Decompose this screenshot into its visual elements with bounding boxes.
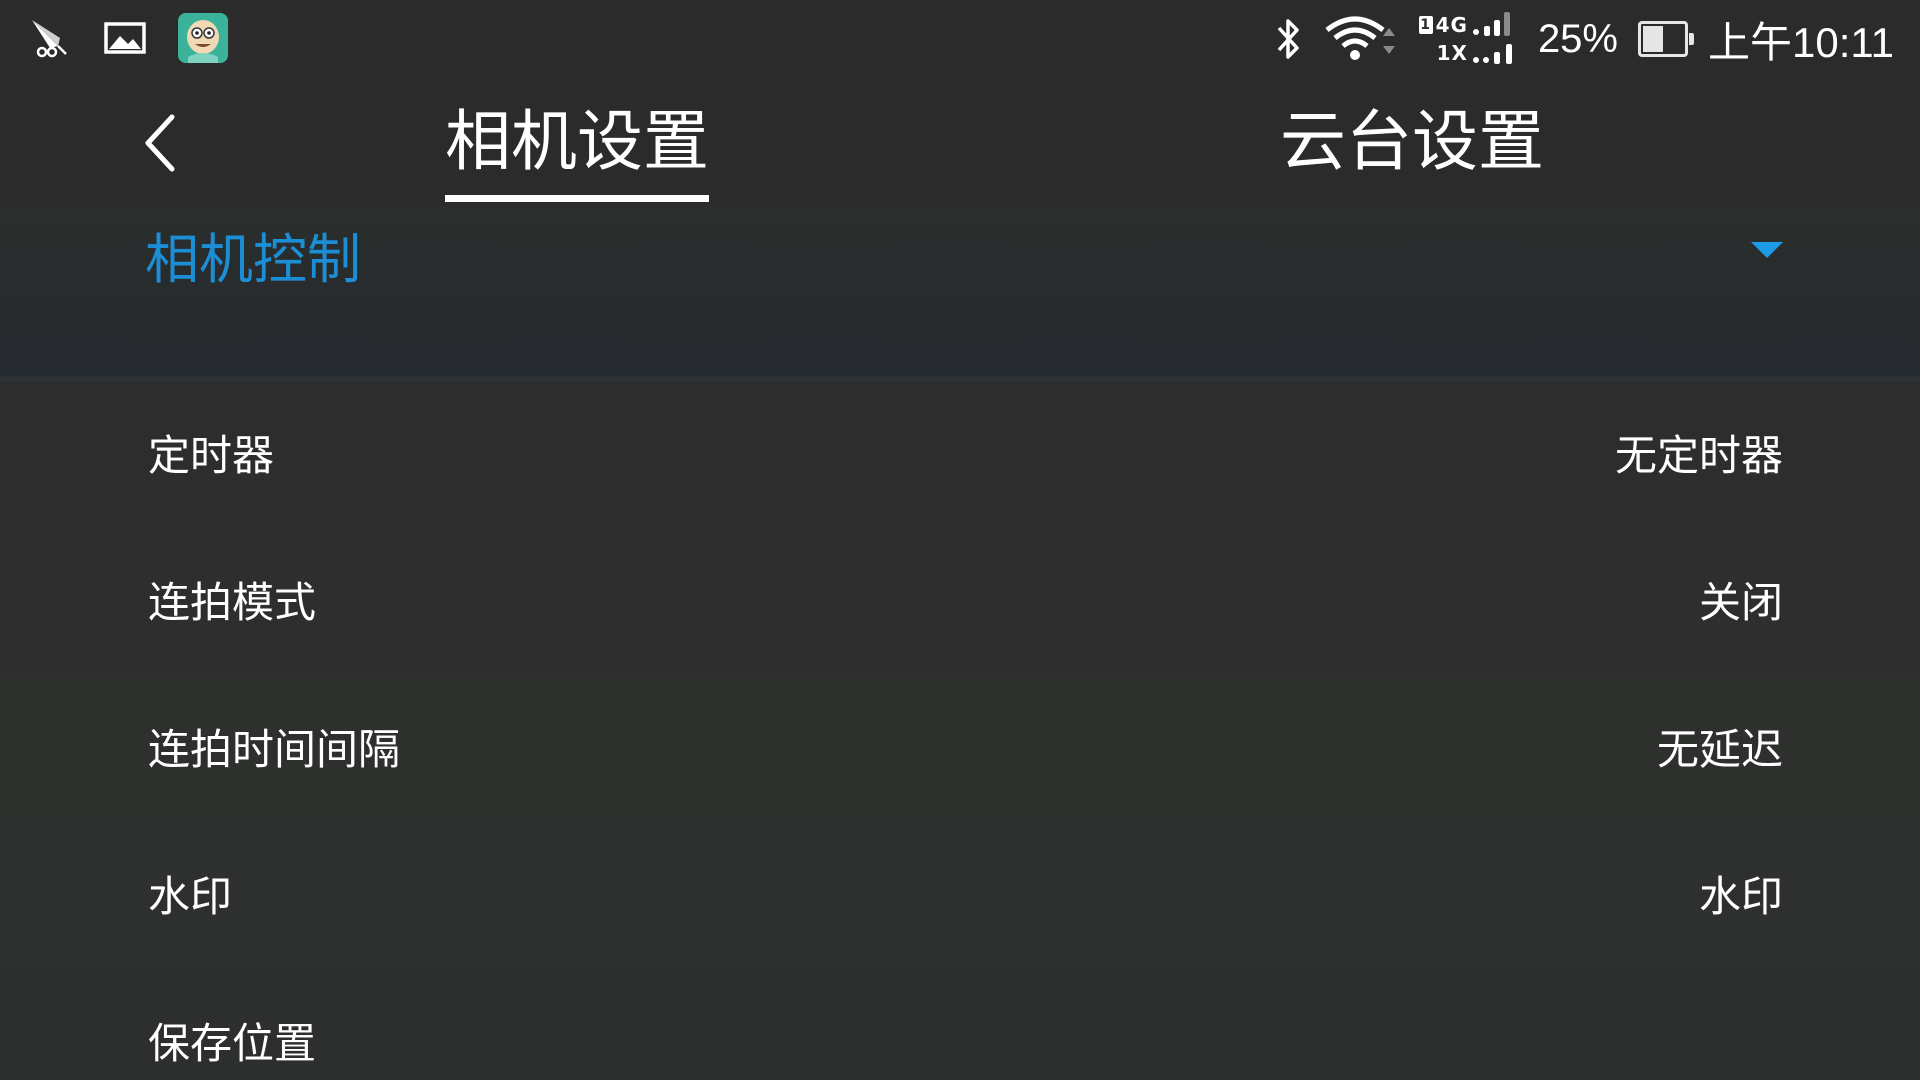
wifi-icon xyxy=(1323,14,1399,64)
tab-camera-settings[interactable]: 相机设置 xyxy=(445,98,709,186)
setting-row-watermark[interactable]: 水印 水印 xyxy=(0,823,1920,970)
setting-label: 连拍时间间隔 xyxy=(148,725,401,774)
signal-bars-icon xyxy=(1472,44,1512,64)
setting-label: 定时器 xyxy=(148,431,275,480)
back-button[interactable] xyxy=(130,108,190,178)
sim-slot-badge: 1 xyxy=(1418,16,1433,34)
system-status: 1 4G 1X 25% 上午10:11 xyxy=(1253,10,1894,68)
setting-value: 无定时器 xyxy=(1614,431,1783,480)
notification-icons xyxy=(28,12,228,64)
network-type-4g: 4G xyxy=(1435,13,1468,37)
status-bar: 1 4G 1X 25% 上午10:11 xyxy=(0,0,1920,78)
setting-label: 保存位置 xyxy=(148,1019,317,1068)
battery-percent: 25% xyxy=(1537,16,1618,61)
battery-icon xyxy=(1638,21,1694,57)
active-tab-indicator xyxy=(445,195,709,202)
settings-list: 定时器 无定时器 连拍模式 关闭 连拍时间间隔 无延迟 水印 水印 保存位置 xyxy=(0,382,1920,1080)
section-title: 相机控制 xyxy=(145,228,361,291)
setting-value: 关闭 xyxy=(1698,578,1783,627)
cellular-signal: 1 4G 1X xyxy=(1418,11,1518,67)
app-avatar-icon xyxy=(178,13,228,63)
setting-value: 水印 xyxy=(1698,872,1783,921)
settings-header: 相机设置 云台设置 xyxy=(0,78,1920,206)
image-icon xyxy=(104,21,146,55)
setting-row-burst-interval[interactable]: 连拍时间间隔 无延迟 xyxy=(0,676,1920,823)
camera-settings-screen: 1 4G 1X 25% 上午10:11 相机设置 云台设置 相机控制 定时器 无… xyxy=(0,0,1920,1080)
signal-bars-icon xyxy=(1472,12,1510,36)
setting-row-burst-mode[interactable]: 连拍模式 关闭 xyxy=(0,529,1920,676)
bluetooth-icon xyxy=(1273,16,1303,62)
kite-icon xyxy=(28,16,72,60)
tab-gimbal-settings[interactable]: 云台设置 xyxy=(1280,98,1544,186)
clock: 上午10:11 xyxy=(1708,18,1894,66)
setting-label: 连拍模式 xyxy=(148,578,317,627)
network-type-1x: 1X xyxy=(1436,41,1468,65)
setting-row-timer[interactable]: 定时器 无定时器 xyxy=(0,382,1920,529)
caret-down-icon xyxy=(1751,242,1783,258)
chevron-left-icon xyxy=(145,114,175,172)
setting-value: 无延迟 xyxy=(1656,725,1783,774)
setting-label: 水印 xyxy=(148,872,233,921)
section-header-camera-control[interactable]: 相机控制 xyxy=(0,206,1920,382)
setting-row-save-location[interactable]: 保存位置 xyxy=(0,970,1920,1080)
battery-level-fill xyxy=(1643,26,1663,52)
